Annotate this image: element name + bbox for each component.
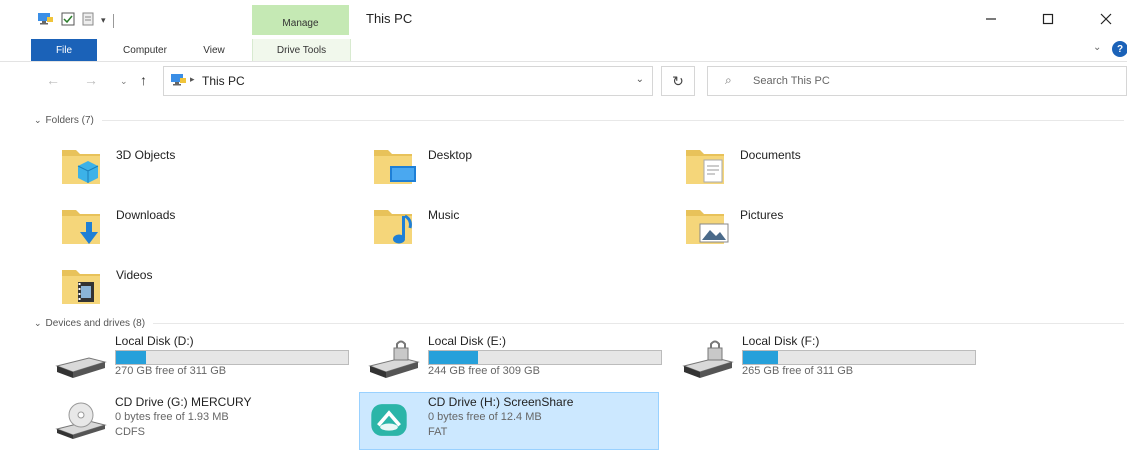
folder-downloads[interactable]: Downloads <box>60 202 360 256</box>
minimize-button[interactable] <box>967 4 1015 34</box>
search-box[interactable]: ⌕ Search This PC <box>707 66 1127 96</box>
tab-file[interactable]: File <box>31 39 97 61</box>
collapse-chevron-icon: ⌄ <box>34 318 42 328</box>
drive-free-space: 270 GB free of 311 GB <box>115 365 227 377</box>
group-divider <box>101 120 1124 121</box>
drive-tile-f[interactable]: Local Disk (F:) 265 GB free of 311 GB <box>682 332 982 386</box>
3d-objects-folder-icon <box>62 150 100 184</box>
folder-name: Downloads <box>116 208 176 222</box>
drive-free-space: 244 GB free of 309 GB <box>428 365 540 377</box>
drive-name: CD Drive (H:) ScreenShare <box>428 395 574 409</box>
screenshare-drive-icon <box>371 404 407 436</box>
folder-videos[interactable]: Videos <box>60 262 360 316</box>
documents-folder-icon <box>686 150 724 184</box>
videos-folder-icon <box>62 270 100 304</box>
drive-tile-h[interactable]: CD Drive (H:) ScreenShare 0 bytes free o… <box>359 392 659 450</box>
downloads-folder-icon <box>62 210 100 244</box>
drive-tile-g[interactable]: CD Drive (G:) MERCURY 0 bytes free of 1.… <box>55 393 355 447</box>
close-icon <box>1100 13 1112 25</box>
new-folder-icon[interactable] <box>82 12 94 29</box>
drive-tile-d[interactable]: Local Disk (D:) 270 GB free of 311 GB <box>55 332 355 386</box>
cd-drive-icon <box>55 402 107 439</box>
address-pc-icon <box>171 74 187 89</box>
group-divider <box>153 323 1124 324</box>
hard-drive-icon <box>55 357 107 378</box>
folder-pictures[interactable]: Pictures <box>684 202 984 256</box>
title-bar: ▾ Manage This PC <box>0 0 1127 38</box>
drive-usage-bar <box>742 350 976 365</box>
toolbar-divider <box>112 13 114 28</box>
help-icon[interactable]: ? <box>1112 41 1127 57</box>
drive-filesystem: FAT <box>428 426 448 438</box>
drive-name: Local Disk (D:) <box>115 334 194 348</box>
folder-name: Documents <box>740 148 801 162</box>
folder-music[interactable]: Music <box>372 202 672 256</box>
address-bar[interactable]: ▸ This PC ⌄ <box>163 66 653 96</box>
folders-group-label: Folders (7) <box>45 115 94 126</box>
locked-drive-icon <box>682 340 734 378</box>
folder-name: Videos <box>116 268 153 282</box>
breadcrumb-separator-icon[interactable]: ▸ <box>190 74 195 85</box>
music-folder-icon <box>374 210 412 244</box>
refresh-icon: ↻ <box>672 72 684 89</box>
back-arrow-icon[interactable]: ← <box>46 72 60 88</box>
this-pc-icon <box>38 13 54 28</box>
folder-name: Music <box>428 208 460 222</box>
search-icon: ⌕ <box>725 73 732 87</box>
folder-documents[interactable]: Documents <box>684 142 984 196</box>
drive-usage-bar <box>115 350 349 365</box>
forward-arrow-icon[interactable]: → <box>84 72 98 88</box>
pictures-folder-icon <box>686 210 729 244</box>
refresh-button[interactable]: ↻ <box>661 66 695 96</box>
folder-name: Pictures <box>740 208 784 222</box>
maximize-icon <box>1042 13 1054 25</box>
tab-computer[interactable]: Computer <box>110 39 180 61</box>
manage-context-tab-label: Manage <box>282 18 319 29</box>
collapse-chevron-icon: ⌄ <box>34 115 42 125</box>
properties-icon[interactable] <box>61 12 75 29</box>
drive-name: CD Drive (G:) MERCURY <box>115 395 252 409</box>
drives-group-label: Devices and drives (8) <box>45 318 146 329</box>
drive-free-space: 0 bytes free of 1.93 MB <box>115 411 229 423</box>
maximize-button[interactable] <box>1024 4 1072 34</box>
drives-group-header[interactable]: ⌄ Devices and drives (8) <box>34 318 1124 329</box>
folders-group-header[interactable]: ⌄ Folders (7) <box>34 115 1124 126</box>
address-history-dropdown-icon[interactable]: ⌄ <box>636 74 644 85</box>
folder-name: 3D Objects <box>116 148 176 162</box>
manage-context-tab[interactable]: Manage <box>252 5 349 35</box>
drive-name: Local Disk (F:) <box>742 334 820 348</box>
drive-usage-bar <box>428 350 662 365</box>
close-button[interactable] <box>1082 4 1127 34</box>
quick-access-toolbar: ▾ <box>38 12 114 29</box>
search-placeholder: Search This PC <box>753 75 830 87</box>
tab-view[interactable]: View <box>190 39 238 61</box>
drive-free-space: 0 bytes free of 12.4 MB <box>428 411 542 423</box>
ribbon-divider <box>0 61 1127 62</box>
drive-usage-fill <box>743 351 778 364</box>
folder-name: Desktop <box>428 148 473 162</box>
up-arrow-icon[interactable]: ↑ <box>140 72 147 88</box>
customize-toolbar-icon[interactable]: ▾ <box>101 15 106 26</box>
desktop-folder-icon <box>374 150 416 184</box>
minimize-icon <box>986 18 996 20</box>
breadcrumb-this-pc[interactable]: This PC <box>202 74 245 88</box>
recent-locations-chevron-icon[interactable]: ⌄ <box>120 76 128 87</box>
drive-usage-fill <box>116 351 147 364</box>
expand-ribbon-chevron-icon[interactable]: ⌄ <box>1093 42 1101 53</box>
folder-desktop[interactable]: Desktop <box>372 142 672 196</box>
drive-usage-fill <box>429 351 478 364</box>
drive-filesystem: CDFS <box>115 426 145 438</box>
window-title: This PC <box>366 11 413 26</box>
drive-free-space: 265 GB free of 311 GB <box>742 365 854 377</box>
folder-3d-objects[interactable]: 3D Objects <box>60 142 360 196</box>
locked-drive-icon <box>368 340 420 378</box>
tab-drive-tools[interactable]: Drive Tools <box>252 39 351 61</box>
drive-tile-e[interactable]: Local Disk (E:) 244 GB free of 309 GB <box>368 332 668 386</box>
drive-name: Local Disk (E:) <box>428 334 507 348</box>
